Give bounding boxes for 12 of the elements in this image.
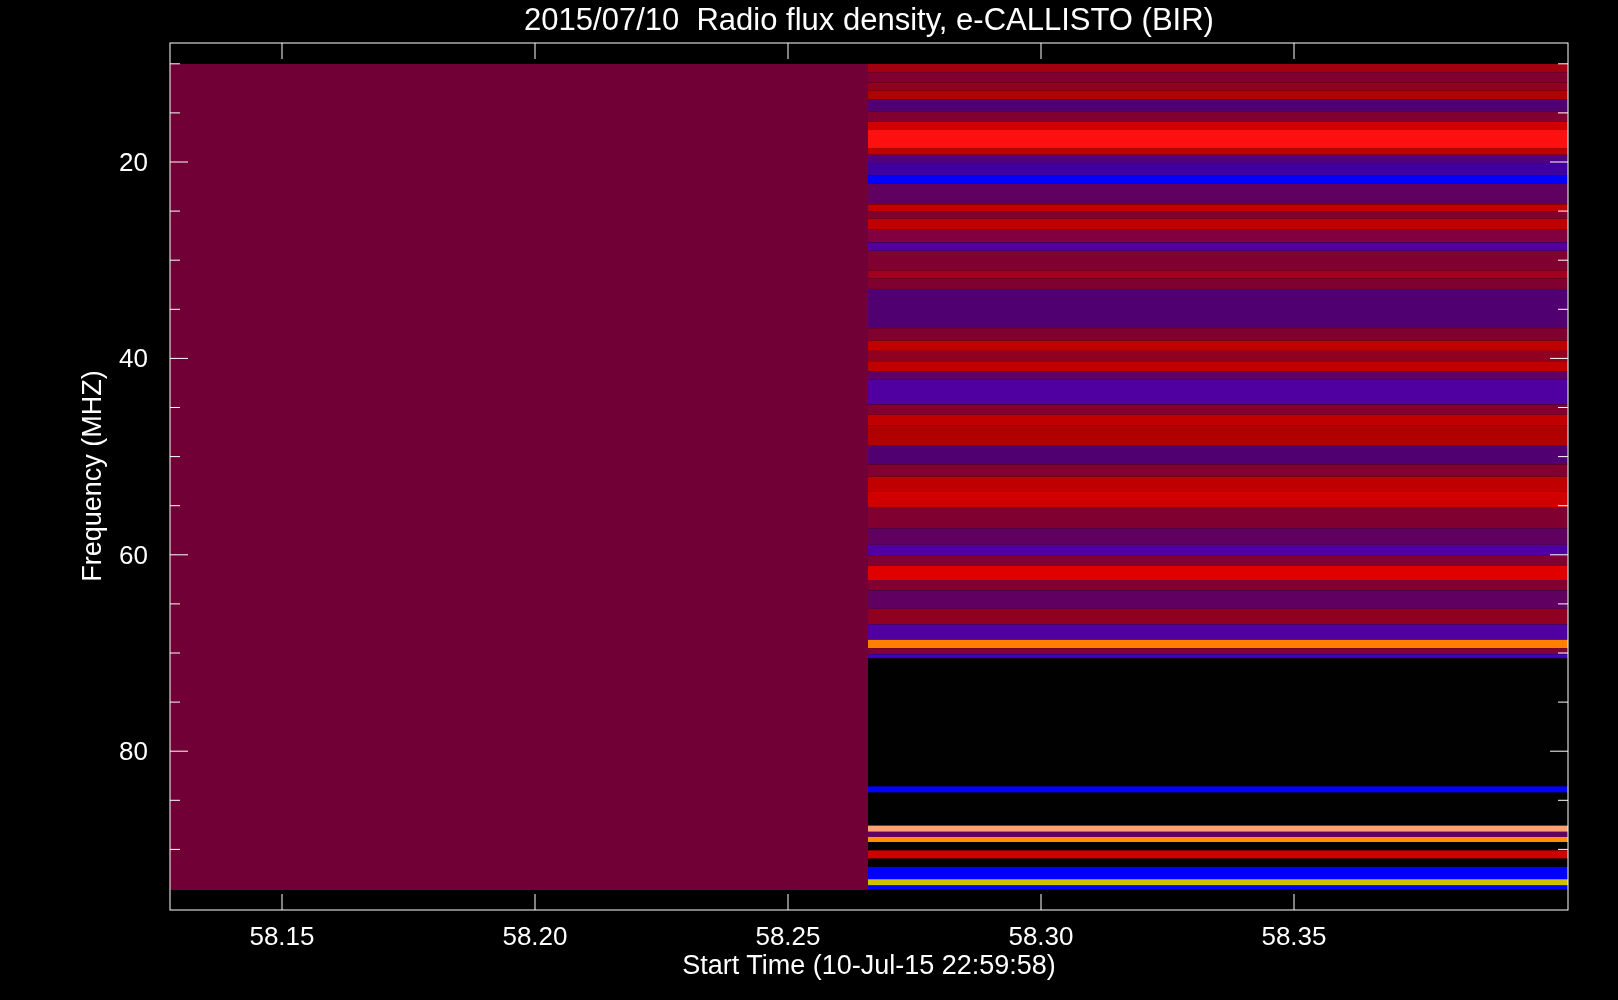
tick-label: 60 [119,539,148,570]
tick-label: 58.25 [755,921,821,951]
tick-label: 58.20 [502,921,568,951]
tick-label: 58.15 [249,921,315,951]
tick-label: 58.35 [1261,921,1327,951]
axis-label: Frequency (MHZ) [77,370,107,582]
chart-title: 2015/07/10 Radio flux density, e-CALLISTO (BIR) [524,2,1214,37]
tick-label: 58.30 [1008,921,1074,951]
tick-label: 20 [119,147,148,177]
tick-label: 40 [119,343,148,374]
tick-label: 80 [119,736,148,767]
axis-label: Start Time (10-Jul-15 22:59:58) [682,950,1056,980]
